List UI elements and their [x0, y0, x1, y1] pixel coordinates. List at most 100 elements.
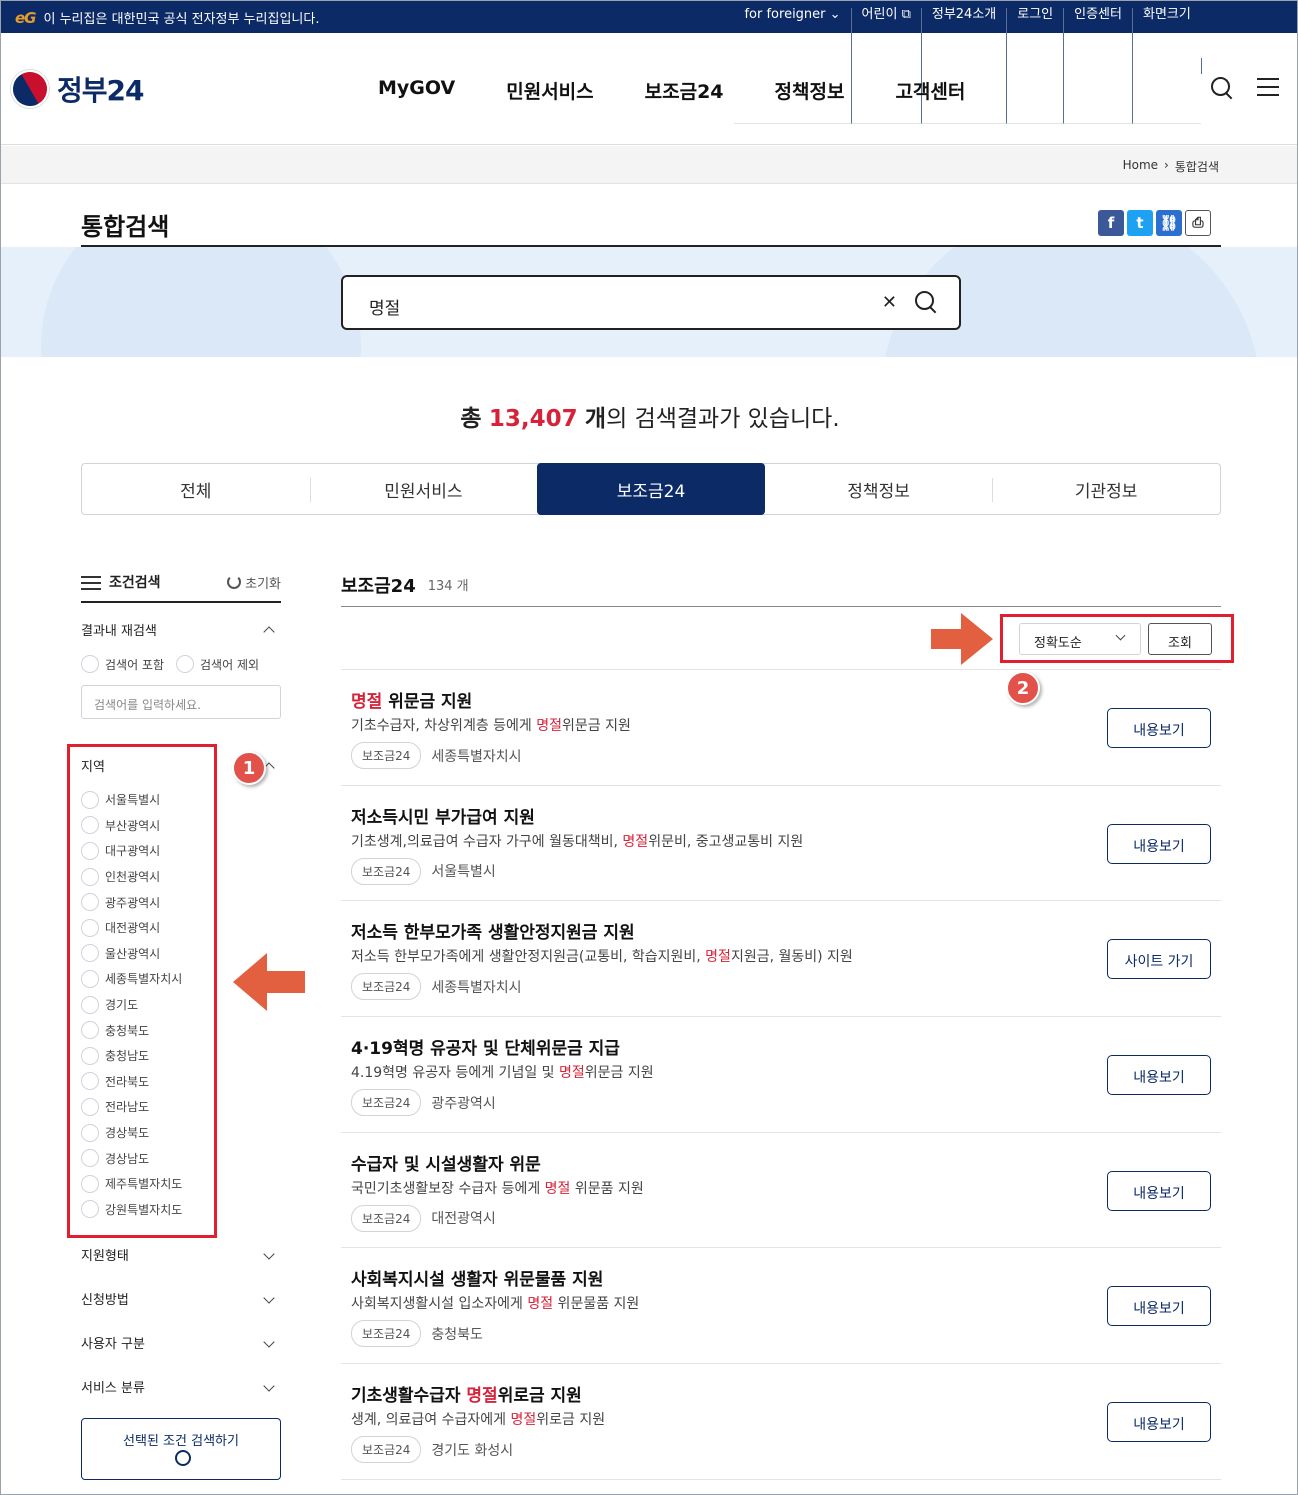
category-tag: 보조금24 — [351, 1320, 422, 1348]
filter-title: 조건검색 — [109, 575, 161, 591]
result-title[interactable]: 수급자 및 시설생활자 위문 — [351, 1150, 541, 1175]
annotation-badge-2: 2 — [1006, 671, 1040, 705]
tab-subsidy24[interactable]: 보조금24 — [537, 463, 765, 515]
agency-name: 서울특별시 — [431, 864, 496, 881]
nav-mygov[interactable]: MyGOV — [378, 77, 455, 104]
result-title[interactable]: 4·19혁명 유공자 및 단체위문금 지급 — [351, 1034, 620, 1059]
detail-button[interactable]: 내용보기 — [1107, 708, 1211, 748]
menu-icon[interactable] — [1257, 77, 1279, 97]
include-radio[interactable] — [81, 655, 99, 673]
apply-method-toggle[interactable]: 신청방법 — [81, 1276, 281, 1320]
agency-name: 광주광역시 — [431, 1095, 496, 1112]
reset-button[interactable]: 초기화 — [227, 573, 281, 592]
chevron-down-icon — [263, 1248, 275, 1260]
agency-name: 대전광역시 — [431, 1211, 496, 1228]
agency-name: 세종특별자치시 — [431, 979, 522, 996]
result-description: 기초생계,의료급여 수급자 가구에 월동대책비, 명절위문비, 중고생교통비 지… — [351, 833, 804, 850]
search-submit-icon[interactable] — [915, 291, 937, 313]
result-description: 생계, 의료급여 수급자에게 명절위로금 지원 — [351, 1412, 606, 1429]
page-frame: eG 이 누리집은 대한민국 공식 전자정부 누리집입니다. for forei… — [0, 0, 1298, 1495]
condition-search-button[interactable]: 선택된 조건 검색하기 — [81, 1418, 281, 1481]
result-title[interactable]: 사회복지시설 생활자 위문물품 지원 — [351, 1265, 603, 1290]
search-box[interactable]: 명절 ✕ — [341, 275, 961, 330]
chevron-down-icon — [263, 1336, 275, 1348]
result-count: 13,407 — [488, 406, 578, 432]
support-type-toggle[interactable]: 지원형태 — [81, 1232, 281, 1276]
service-category-toggle[interactable]: 서비스 분류 — [81, 1364, 281, 1408]
twitter-icon[interactable]: t — [1127, 210, 1153, 236]
brand-name: 정부24 — [57, 74, 144, 107]
search-input[interactable]: 명절 — [369, 294, 400, 319]
result-description: 기초수급자, 차상위계층 등에게 명절위문금 지원 — [351, 718, 631, 734]
result-description: 저소득 한부모가족에게 생활안정지원금(교통비, 학습지원비, 명절지원금, 월… — [351, 949, 853, 966]
page-title: 통합검색 — [81, 213, 170, 241]
search-icon[interactable] — [1211, 77, 1233, 99]
link-icon[interactable]: ⛓ — [1156, 210, 1182, 236]
result-title[interactable]: 저소득시민 부가급여 지원 — [351, 803, 535, 828]
annotation-box-sort — [1000, 614, 1234, 663]
search-band: 명절 ✕ — [1, 247, 1297, 357]
category-tag: 보조금24 — [351, 742, 422, 769]
egov-logo-icon: eG — [15, 8, 36, 27]
chevron-down-icon — [263, 1292, 275, 1304]
gov-notice-bar: eG 이 누리집은 대한민국 공식 전자정부 누리집입니다. for forei… — [1, 1, 1297, 124]
annotation-box-region — [67, 744, 217, 1238]
agency-name: 세종특별자치시 — [431, 748, 522, 765]
results-panel: 보조금24 134 개 정확도순 조회 명절 위문금 지원 기초수급자, 차상위계… — [341, 563, 1221, 1480]
result-item: 명절 위문금 지원기초수급자, 차상위계층 등에게 명절위문금 지원보조금24 세… — [341, 670, 1221, 786]
nav-subsidy24[interactable]: 보조금24 — [645, 77, 724, 104]
detail-button[interactable]: 사이트 가기 — [1107, 939, 1211, 980]
breadcrumb-bar: Home › 통합검색 — [1, 146, 1297, 184]
gov-notice-text: 이 누리집은 대한민국 공식 전자정부 누리집입니다. — [43, 12, 320, 27]
user-type-toggle[interactable]: 사용자 구분 — [81, 1320, 281, 1364]
result-title[interactable]: 기초생활수급자 명절위로금 지원 — [351, 1381, 582, 1406]
category-tag: 보조금24 — [351, 1204, 422, 1232]
category-tag: 보조금24 — [351, 1089, 422, 1117]
result-list: 명절 위문금 지원기초수급자, 차상위계층 등에게 명절위문금 지원보조금24 세… — [341, 670, 1221, 1480]
result-item: 기초생활수급자 명절위로금 지원 생계, 의료급여 수급자에게 명절위로금 지원 보… — [341, 1364, 1221, 1480]
results-section-title: 보조금24 — [341, 575, 416, 597]
result-description: 사회복지생활시설 입소자에게 명절 위문물품 지원 — [351, 1296, 640, 1313]
main-nav: MyGOV 민원서비스 보조금24 정책정보 고객센터 — [378, 77, 1016, 104]
refresh-icon — [227, 575, 242, 589]
result-item: 저소득시민 부가급여 지원기초생계,의료급여 수급자 가구에 월동대책비, 명절… — [341, 786, 1221, 902]
close-icon[interactable]: ✕ — [882, 292, 897, 313]
result-description: 국민기초생활보장 수급자 등에게 명절 위문품 지원 — [351, 1180, 644, 1197]
tab-all[interactable]: 전체 — [82, 464, 310, 514]
brand-logo[interactable]: 정부24 — [4, 63, 144, 115]
result-title[interactable]: 명절 위문금 지원 — [351, 687, 472, 712]
detail-button[interactable]: 내용보기 — [1107, 1402, 1211, 1443]
facebook-icon[interactable]: f — [1098, 210, 1124, 236]
detail-button[interactable]: 내용보기 — [1107, 823, 1211, 864]
refine-section-toggle[interactable]: 결과내 재검색 — [81, 607, 281, 651]
chevron-up-icon — [263, 626, 275, 638]
category-tag: 보조금24 — [351, 973, 422, 1001]
result-tabs: 전체 민원서비스 보조금24 정책정보 기관정보 — [81, 463, 1221, 515]
breadcrumb-home[interactable]: Home — [1123, 158, 1158, 175]
detail-button[interactable]: 내용보기 — [1107, 1170, 1211, 1211]
nav-customer-center[interactable]: 고객센터 — [895, 77, 965, 104]
tab-policy[interactable]: 정책정보 — [765, 464, 993, 514]
annotation-badge-1: 1 — [232, 751, 266, 785]
result-item: 수급자 및 시설생활자 위문국민기초생활보장 수급자 등에게 명절 위문품 지원… — [341, 1133, 1221, 1249]
filter-icon — [81, 574, 101, 590]
search-icon — [175, 1450, 191, 1467]
arrow-left-icon — [233, 953, 305, 1011]
agency-name: 경기도 화성시 — [431, 1442, 514, 1459]
tab-civil-service[interactable]: 민원서비스 — [309, 464, 538, 514]
arrow-right-icon — [931, 613, 993, 665]
result-summary: 총 13,407 개의 검색결과가 있습니다. — [460, 406, 840, 432]
detail-button[interactable]: 내용보기 — [1107, 1286, 1211, 1327]
nav-policy[interactable]: 정책정보 — [775, 77, 845, 104]
result-title[interactable]: 저소득 한부모가족 생활안정지원금 지원 — [351, 918, 635, 943]
tab-agency[interactable]: 기관정보 — [992, 464, 1220, 514]
taegeuk-icon — [4, 63, 56, 115]
agency-name: 충청북도 — [431, 1326, 483, 1343]
detail-button[interactable]: 내용보기 — [1107, 1055, 1211, 1096]
print-icon[interactable]: ⎙ — [1185, 210, 1211, 236]
result-item: 4·19혁명 유공자 및 단체위문금 지급 4.19혁명 유공자 등에게 기념일 … — [341, 1017, 1221, 1133]
exclude-radio[interactable] — [176, 655, 195, 673]
nav-civil-service[interactable]: 민원서비스 — [506, 77, 593, 104]
share-tools: f t ⛓ ⎙ — [1098, 210, 1211, 236]
refine-keyword-input[interactable]: 검색어를 입력하세요. — [81, 685, 281, 719]
